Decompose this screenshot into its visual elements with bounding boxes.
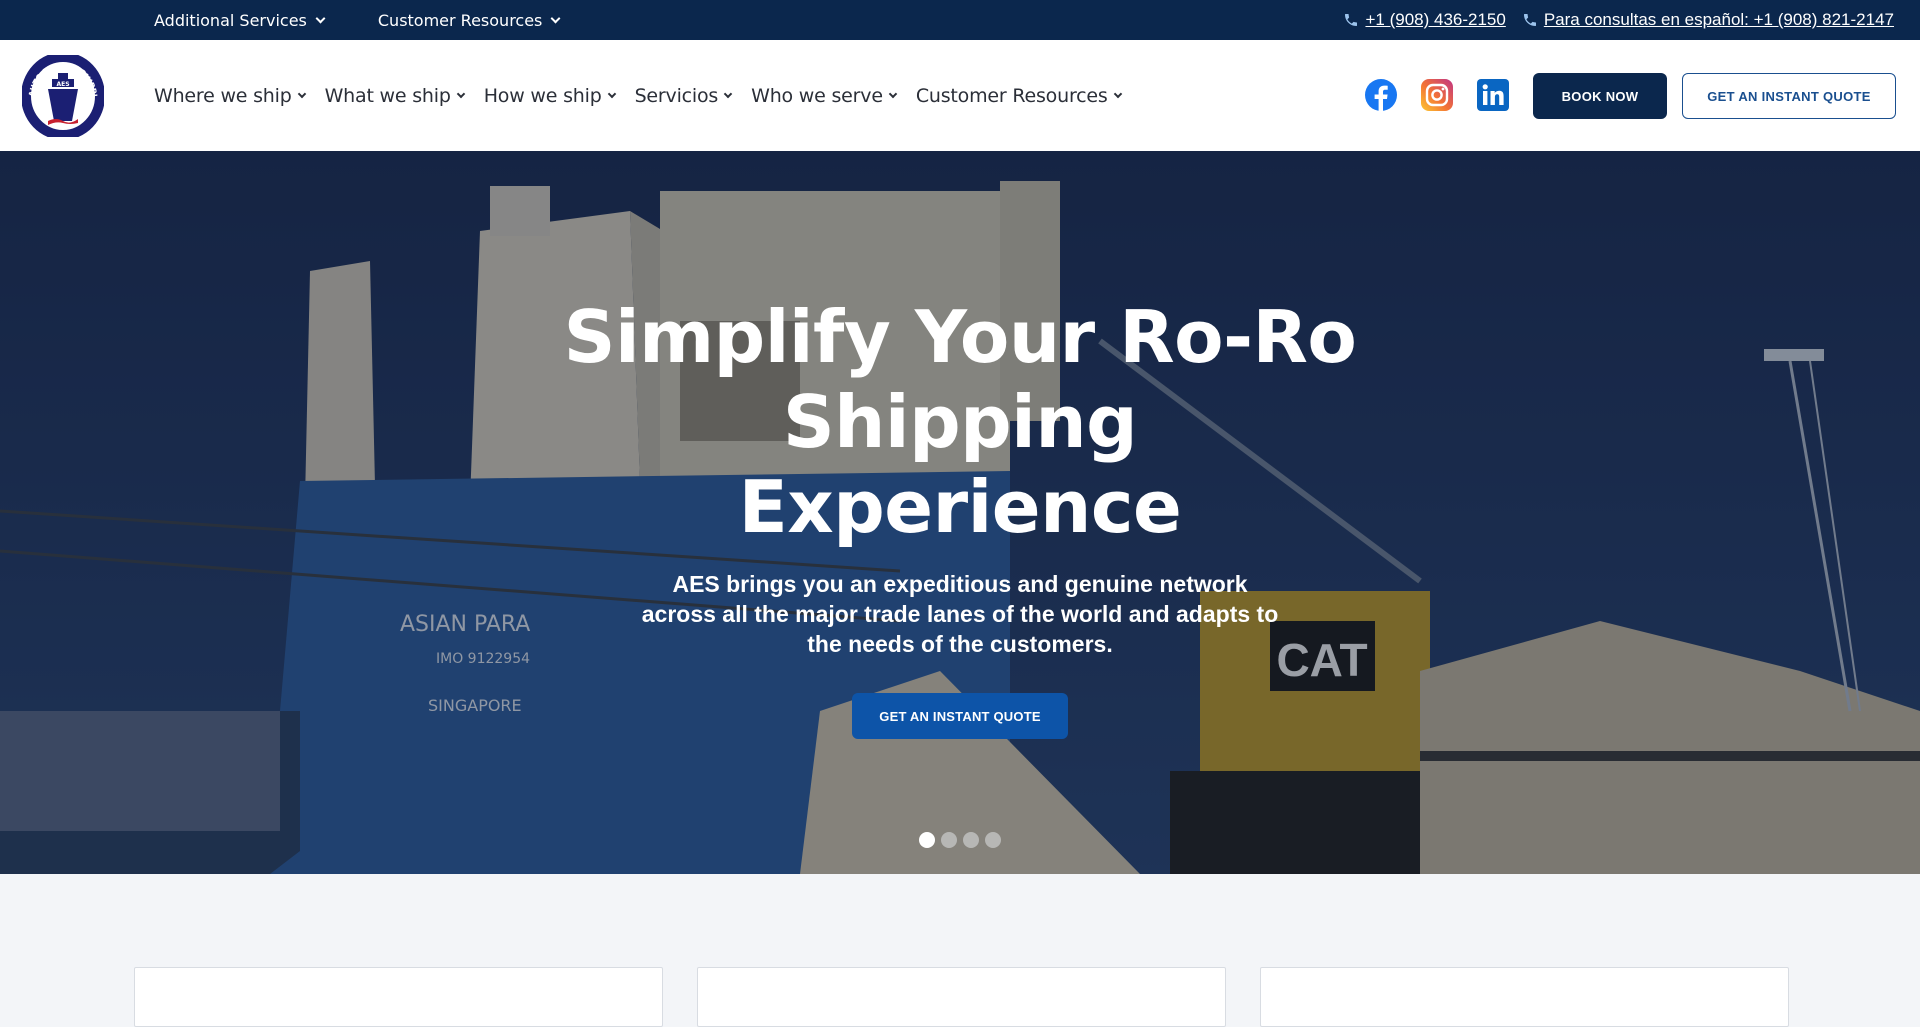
linkedin-icon <box>1477 79 1509 111</box>
carousel-pagination <box>919 832 1001 848</box>
nav-item-customer-resources[interactable]: Customer Resources <box>915 84 1122 107</box>
phone-icon <box>1523 14 1536 26</box>
nav-item-who-we-serve[interactable]: Who we serve <box>751 84 898 107</box>
nav-label: Customer Resources <box>915 84 1108 107</box>
svg-text:AES: AES <box>56 81 69 88</box>
feature-card <box>134 967 663 1027</box>
carousel-dot-4[interactable] <box>985 832 1001 848</box>
nav-item-servicios[interactable]: Servicios <box>634 84 733 107</box>
feature-card <box>1260 967 1789 1027</box>
nav-item-where-we-ship[interactable]: Where we ship <box>154 84 306 107</box>
carousel-dot-3[interactable] <box>963 832 979 848</box>
phone-number: +1 (908) 436-2150 <box>1365 10 1506 29</box>
nav-label: What we ship <box>324 84 451 107</box>
aes-logo-icon: AUTO EXPORT SHIPPING INC. AES <box>19 48 105 140</box>
hero-subtitle: AES brings you an expeditious and genuin… <box>641 571 1279 657</box>
logo-link[interactable]: AUTO EXPORT SHIPPING INC. AES <box>19 48 105 140</box>
chevron-down-icon <box>315 13 326 23</box>
chevron-down-icon <box>888 89 898 98</box>
nav-label: Who we serve <box>751 84 883 107</box>
phone-links: +1 (908) 436-2150 Para consultas en espa… <box>1343 0 1894 40</box>
chevron-down-icon <box>723 89 733 98</box>
chevron-down-icon <box>297 89 306 98</box>
phone-icon <box>1345 14 1358 26</box>
facebook-link[interactable] <box>1364 78 1398 112</box>
instant-quote-button[interactable]: GET AN INSTANT QUOTE <box>1682 73 1896 119</box>
facebook-icon <box>1365 79 1397 111</box>
utility-menus: Additional Services Customer Resources <box>154 0 561 40</box>
instagram-link[interactable] <box>1420 78 1454 112</box>
carousel-dot-1[interactable] <box>919 832 935 848</box>
primary-menu: Where we ship What we ship How we ship S… <box>154 40 1122 151</box>
hero-carousel: ASIAN PARA IMO 9122954 SINGAPORE CAT Sim… <box>0 151 1920 874</box>
nav-item-how-we-ship[interactable]: How we ship <box>483 84 616 107</box>
nav-item-what-we-ship[interactable]: What we ship <box>324 84 465 107</box>
menu-label: Additional Services <box>154 10 307 30</box>
main-navigation: AUTO EXPORT SHIPPING INC. AES Where we s… <box>0 40 1920 151</box>
chevron-down-icon <box>456 89 465 98</box>
utility-menu-additional-services[interactable]: Additional Services <box>154 10 326 30</box>
chevron-down-icon <box>550 13 561 23</box>
chevron-down-icon <box>1113 89 1122 98</box>
book-now-button[interactable]: BOOK NOW <box>1533 73 1667 119</box>
utility-menu-customer-resources[interactable]: Customer Resources <box>377 10 561 30</box>
nav-label: Where we ship <box>154 84 292 107</box>
phone-number: Para consultas en español: +1 (908) 821-… <box>1543 10 1894 29</box>
chevron-down-icon <box>607 89 616 98</box>
nav-label: Servicios <box>634 84 719 107</box>
phone-link-main[interactable]: +1 (908) 436-2150 <box>1343 10 1506 30</box>
phone-link-spanish[interactable]: Para consultas en español: +1 (908) 821-… <box>1522 10 1894 30</box>
menu-label: Customer Resources <box>377 10 543 30</box>
nav-label: How we ship <box>483 84 602 107</box>
linkedin-link[interactable] <box>1476 78 1510 112</box>
top-utility-bar: Additional Services Customer Resources +… <box>0 0 1920 40</box>
hero-title: Simplify Your Ro-Ro Shipping Experience <box>563 295 1357 549</box>
instagram-icon <box>1421 79 1453 111</box>
carousel-dot-2[interactable] <box>941 832 957 848</box>
feature-cards <box>134 967 1789 1027</box>
hero-instant-quote-button[interactable]: GET AN INSTANT QUOTE <box>852 693 1068 739</box>
feature-card <box>697 967 1226 1027</box>
